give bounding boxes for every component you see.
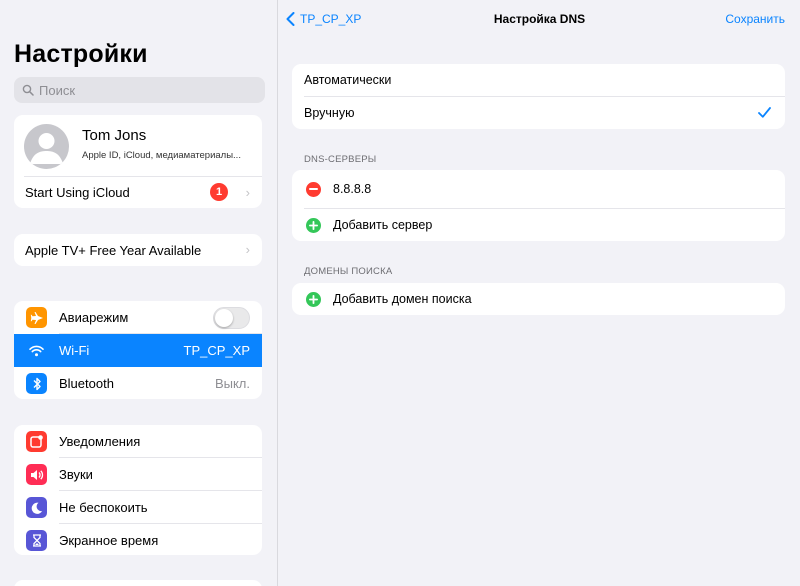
chevron-right-icon: › [245, 185, 250, 200]
sidebar-item-label: Bluetooth [59, 376, 114, 391]
option-label: Автоматически [304, 73, 392, 87]
bluetooth-icon [26, 373, 47, 394]
start-using-icloud-row[interactable]: Start Using iCloud 1 › [14, 177, 262, 208]
moon-icon [26, 497, 47, 518]
search-input[interactable]: Поиск [14, 77, 265, 103]
remove-icon[interactable] [306, 181, 321, 197]
airplane-mode-toggle[interactable] [213, 306, 250, 329]
search-domains-group: Добавить домен поиска [292, 283, 785, 315]
dns-servers-group: 8.8.8.8 Добавить сервер [292, 170, 785, 241]
navigation-bar: TP_CP_XP Настройка DNS Сохранить [279, 0, 800, 40]
profile-subtitle: Apple ID, iCloud, медиаматериалы... [82, 150, 241, 161]
search-domains-section-header: ДОМЕНЫ ПОИСКА [304, 266, 393, 277]
hourglass-icon [26, 530, 47, 551]
sidebar-item-wifi[interactable]: Wi-Fi TP_CP_XP [14, 334, 262, 367]
notifications-icon [26, 431, 47, 452]
sidebar-item-label: Не беспокоить [59, 500, 148, 515]
toggle-knob [215, 308, 233, 327]
sidebar-item-label: Экранное время [59, 533, 159, 548]
chevron-right-icon: › [245, 242, 250, 257]
apple-tv-offer-row[interactable]: Apple TV+ Free Year Available › [14, 234, 262, 266]
sidebar: Настройки Поиск Tom Jons Apple ID, iClou… [0, 0, 278, 586]
checkmark-icon [758, 105, 771, 122]
wifi-icon [26, 340, 47, 361]
page-title: Настройка DNS [279, 12, 800, 26]
sidebar-title: Настройки [14, 40, 148, 68]
next-group-partial [14, 580, 262, 586]
sidebar-item-do-not-disturb[interactable]: Не беспокоить [14, 491, 262, 524]
sidebar-item-label: Звуки [59, 467, 93, 482]
sidebar-item-notifications[interactable]: Уведомления [14, 425, 262, 458]
icloud-label: Start Using iCloud [25, 185, 130, 200]
dns-mode-automatic-option[interactable]: Автоматически [292, 64, 785, 96]
search-icon [20, 82, 36, 98]
sidebar-item-screen-time[interactable]: Экранное время [14, 524, 262, 555]
add-server-button[interactable]: Добавить сервер [292, 209, 785, 241]
dns-servers-section-header: DNS-СЕРВЕРЫ [304, 154, 377, 165]
add-server-label: Добавить сервер [333, 218, 433, 232]
sidebar-item-bluetooth[interactable]: Bluetooth Выкл. [14, 367, 262, 399]
bluetooth-status-value: Выкл. [214, 376, 250, 391]
page-title-text: Настройка DNS [493, 12, 586, 26]
notifications-group: Уведомления Звуки Не беспокоить Экранное… [14, 425, 262, 555]
profile-card[interactable]: Tom Jons Apple ID, iCloud, медиаматериал… [14, 115, 262, 176]
avatar [24, 124, 69, 169]
connectivity-group: Авиарежим Wi-Fi TP_CP_XP Bluetooth Выкл. [14, 301, 262, 399]
add-search-domain-button[interactable]: Добавить домен поиска [292, 283, 785, 315]
sidebar-item-label: Авиарежим [59, 310, 129, 325]
option-label: Вручную [304, 106, 355, 120]
dns-mode-manual-option[interactable]: Вручную [292, 97, 785, 129]
notification-badge: 1 [210, 183, 228, 201]
wifi-network-value: TP_CP_XP [183, 343, 250, 358]
save-button[interactable]: Сохранить [725, 12, 785, 26]
add-search-domain-label: Добавить домен поиска [333, 292, 472, 306]
profile-name: Tom Jons [82, 127, 147, 144]
dns-server-row[interactable]: 8.8.8.8 [292, 170, 785, 208]
dns-settings-pane: TP_CP_XP Настройка DNS Сохранить Автомат… [279, 0, 800, 586]
sounds-icon [26, 464, 47, 485]
add-icon [306, 217, 321, 233]
search-placeholder: Поиск [39, 82, 76, 98]
sidebar-item-sounds[interactable]: Звуки [14, 458, 262, 491]
add-icon [306, 291, 321, 307]
sidebar-item-airplane-mode[interactable]: Авиарежим [14, 301, 262, 334]
sidebar-item-label: Wi-Fi [59, 343, 90, 358]
dns-server-address: 8.8.8.8 [333, 182, 372, 196]
airplane-icon [26, 307, 47, 328]
profile-group: Tom Jons Apple ID, iCloud, медиаматериал… [14, 115, 262, 208]
sidebar-item-label: Уведомления [59, 434, 141, 449]
apple-tv-label: Apple TV+ Free Year Available [25, 243, 202, 258]
dns-mode-group: Автоматически Вручную [292, 64, 785, 129]
